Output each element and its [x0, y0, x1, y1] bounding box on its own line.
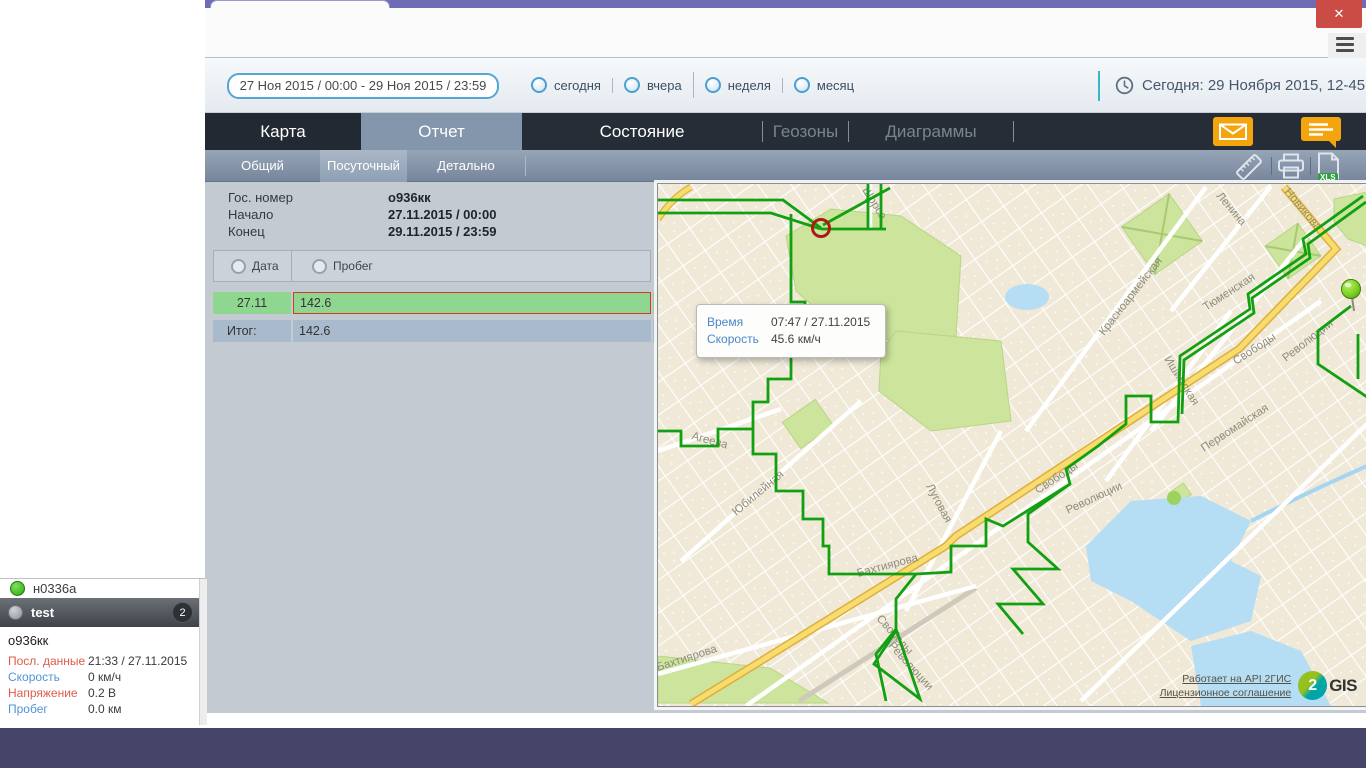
vehicle-group-header[interactable]: test 2	[0, 598, 207, 627]
group-count-badge: 2	[172, 602, 193, 623]
map-canvas[interactable]: ЩорсаЛенинаНовиковаКрасноармейскаяТюменс…	[657, 183, 1366, 707]
tab-report[interactable]: Отчет	[361, 113, 522, 150]
divider	[782, 78, 783, 93]
vehicle-panel: н0336а test 2 о936кк Посл. данные 21:33 …	[0, 578, 207, 725]
field-start: Начало 27.11.2015 / 00:00	[228, 207, 496, 224]
tab-diagrams[interactable]: Диаграммы	[849, 113, 1013, 150]
api-2gis-link[interactable]: Работает на API 2ГИС	[1182, 673, 1291, 685]
divider	[693, 72, 694, 98]
vehicle-list-item[interactable]: н0336а	[0, 579, 207, 598]
quick-range-yesterday[interactable]: вчера	[624, 77, 682, 93]
map-graphics: ЩорсаЛенинаНовиковаКрасноармейскаяТюменс…	[658, 184, 1366, 706]
stat-mileage: Пробег 0.0 км	[8, 701, 207, 717]
divider	[612, 78, 613, 93]
subtab-general[interactable]: Общий	[205, 150, 320, 182]
status-offline-icon	[8, 605, 23, 620]
quick-range-month[interactable]: месяц	[794, 77, 854, 93]
report-content: Гос. номер о936кк Начало 27.11.2015 / 00…	[205, 182, 1366, 713]
radio-icon[interactable]	[794, 77, 810, 93]
browser-toolbar	[205, 8, 1366, 58]
subtab-detailed[interactable]: Детально	[407, 150, 525, 182]
column-mileage[interactable]: Пробег	[292, 251, 650, 281]
divider	[1271, 157, 1272, 175]
vehicle-details: о936кк Посл. данные 21:33 / 27.11.2015 С…	[0, 627, 207, 717]
radio-icon[interactable]	[531, 77, 547, 93]
table-total-row: Итог: 142.6 0	[213, 320, 698, 342]
clock-icon	[1115, 76, 1134, 95]
subtab-daily[interactable]: Посуточный	[320, 150, 407, 182]
radio-icon[interactable]	[624, 77, 640, 93]
hamburger-menu-icon[interactable]	[1336, 37, 1358, 54]
2gis-logo: 2	[1298, 671, 1327, 700]
stat-last-data: Посл. данные 21:33 / 27.11.2015	[8, 653, 207, 669]
divider	[525, 156, 526, 176]
radio-icon[interactable]	[231, 259, 246, 274]
quick-range-week[interactable]: неделя	[705, 77, 771, 93]
map-tooltip: Время 07:47 / 27.11.2015 Скорость 45.6 к…	[696, 304, 886, 358]
report-subnav: Общий Посуточный Детально XLS	[205, 150, 1366, 182]
field-end: Конец 29.11.2015 / 23:59	[228, 224, 496, 241]
tab-geozones[interactable]: Геозоны	[763, 113, 848, 150]
main-navbar: Карта Отчет Состояние Геозоны Диаграммы	[205, 113, 1366, 150]
date-range-input[interactable]: 27 Ноя 2015 / 00:00 - 29 Ноя 2015 / 23:5…	[227, 73, 499, 99]
radio-icon[interactable]	[705, 77, 721, 93]
quick-range-group: сегодня вчера неделя месяц	[531, 71, 854, 99]
selected-cell[interactable]: 142.6	[293, 292, 651, 314]
status-online-icon	[10, 581, 25, 596]
table-row[interactable]: 27.11 142.6 0	[213, 292, 698, 314]
vehicle-panel-scrollbar[interactable]	[199, 579, 207, 725]
license-link[interactable]: Лицензионное соглашение	[1160, 687, 1292, 699]
2gis-logo-text: GIS	[1329, 676, 1357, 696]
divider	[1310, 157, 1311, 175]
divider	[1098, 71, 1100, 101]
current-datetime: Сегодня: 29 Ноября 2015, 12-45	[1098, 58, 1365, 113]
today-label: Сегодня: 29 Ноября 2015, 12-45	[1142, 77, 1365, 94]
column-date[interactable]: Дата	[214, 251, 292, 281]
stat-speed: Скорость 0 км/ч	[8, 669, 207, 685]
print-icon[interactable]	[1277, 153, 1305, 185]
vehicle-name[interactable]: о936кк	[8, 633, 207, 648]
tab-map[interactable]: Карта	[205, 113, 361, 150]
mail-icon[interactable]	[1213, 117, 1253, 151]
table-header: Дата Пробег	[213, 250, 651, 282]
export-xls-icon[interactable]: XLS	[1316, 152, 1341, 185]
radio-icon[interactable]	[312, 259, 327, 274]
quick-range-today[interactable]: сегодня	[531, 77, 601, 93]
taskbar: 0	[0, 728, 1366, 768]
chat-message-icon[interactable]	[1301, 117, 1341, 154]
map-attribution: Работает на API 2ГИС Лицензионное соглаш…	[1160, 671, 1357, 700]
window-close-button[interactable]: ✕	[1316, 0, 1362, 28]
tab-state[interactable]: Состояние	[522, 113, 762, 150]
map-background	[658, 184, 1366, 706]
divider	[1013, 121, 1014, 142]
field-gos-number: Гос. номер о936кк	[228, 190, 431, 207]
screen: ✕ 27 Ноя 2015 / 00:00 - 29 Ноя 2015 / 23…	[0, 0, 1366, 768]
stat-voltage: Напряжение 0.2 В	[8, 685, 207, 701]
